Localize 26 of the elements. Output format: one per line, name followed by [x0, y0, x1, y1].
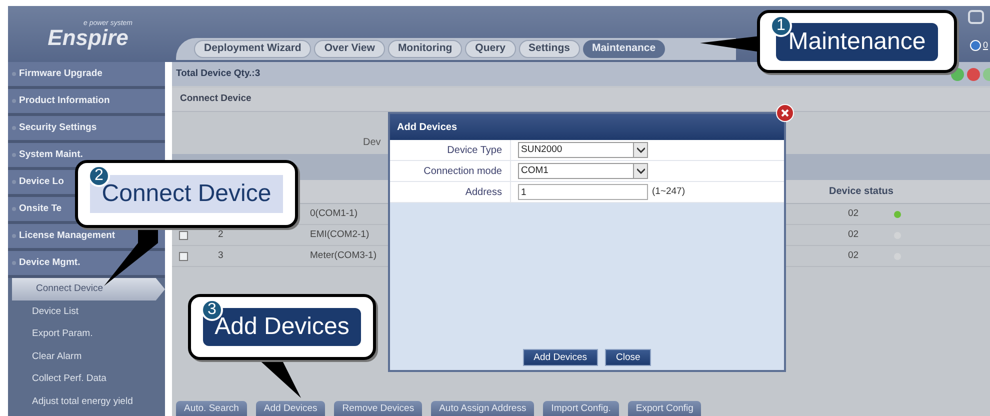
- sidebar-label: Security Settings: [19, 120, 97, 135]
- field-label: Device Type: [390, 140, 511, 160]
- table-cell-text: 0(COM1-1): [310, 206, 359, 221]
- sidebar-label: Device Mgmt.: [19, 256, 80, 270]
- sidebar-label: System Maint.: [19, 148, 83, 162]
- table-cell-text: 02: [848, 248, 860, 263]
- field-label: Connection mode: [390, 161, 511, 181]
- table-cell-text: Meter(COM3-1): [310, 248, 378, 263]
- table-cell-text: 02: [848, 228, 860, 242]
- panel-title: Connect Device: [180, 92, 252, 106]
- sidebar-label: Onsite Te: [19, 202, 62, 216]
- sidebar-label: Firmware Upgrade: [19, 66, 102, 81]
- table-cell-text: 3: [218, 248, 224, 263]
- range-hint: (1~247): [652, 184, 686, 199]
- sidebar-label: License Management: [19, 228, 116, 243]
- table-cell-text: EMI(COM2-1): [310, 228, 370, 242]
- table-cell-text: 2: [218, 228, 224, 242]
- sidebar-label: Product Information: [19, 94, 110, 108]
- field-label: Address: [390, 182, 511, 202]
- total-count: Total Device Qty.:3: [176, 66, 260, 81]
- form-label: Dev: [363, 136, 381, 150]
- dialog-title: Add Devices: [397, 120, 458, 134]
- sidebar-label: Device Lo: [19, 174, 64, 189]
- table-cell-text: 02: [848, 206, 860, 221]
- logo: Enspire: [48, 26, 128, 48]
- column-heading: Device status: [829, 185, 894, 199]
